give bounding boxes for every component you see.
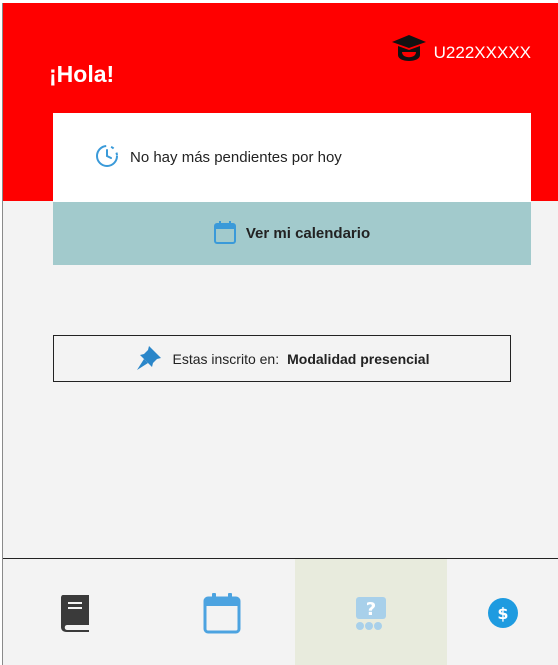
pending-text: No hay más pendientes por hoy xyxy=(130,149,342,166)
nav-item-courses[interactable] xyxy=(3,559,149,665)
calendar-icon xyxy=(203,592,241,634)
view-calendar-label: Ver mi calendario xyxy=(245,225,371,242)
dollar-coin-icon: $ xyxy=(487,597,519,629)
pin-icon xyxy=(135,342,173,375)
enrollment-mode: Modalidad presencial xyxy=(287,350,430,367)
help-chat-icon: ? xyxy=(354,595,388,631)
bottom-navigation: ? $ xyxy=(3,558,558,665)
pending-status: No hay más pendientes por hoy xyxy=(53,113,531,202)
graduation-cap-icon xyxy=(390,33,434,72)
nav-item-help[interactable]: ? xyxy=(295,559,447,665)
nav-item-calendar[interactable] xyxy=(149,559,295,665)
calendar-icon xyxy=(213,220,246,248)
clock-icon xyxy=(95,144,130,172)
view-calendar-button[interactable]: Ver mi calendario xyxy=(53,202,531,265)
svg-text:$: $ xyxy=(497,604,508,623)
enrollment-label: Estas inscrito en: xyxy=(172,350,280,367)
enrollment-box: Estas inscrito en: Modalidad presencial xyxy=(53,335,511,382)
greeting-title: ¡Hola! xyxy=(49,61,115,87)
user-profile[interactable]: U222XXXXX xyxy=(390,33,531,72)
book-icon xyxy=(59,593,93,633)
user-code: U222XXXXX xyxy=(433,42,531,62)
nav-item-payments[interactable]: $ xyxy=(447,559,558,665)
summary-card: No hay más pendientes por hoy Ver mi cal… xyxy=(53,113,531,265)
svg-text:?: ? xyxy=(366,599,376,620)
app-window: ¡Hola! U222XXXXX No hay más pendientes p… xyxy=(2,3,558,665)
